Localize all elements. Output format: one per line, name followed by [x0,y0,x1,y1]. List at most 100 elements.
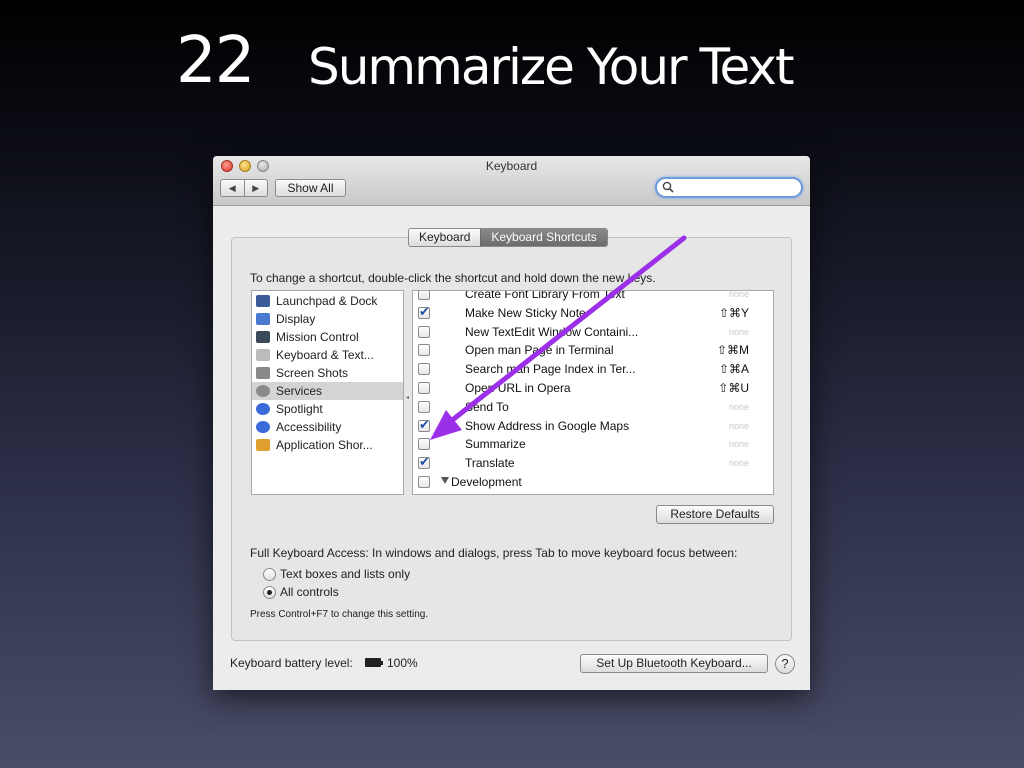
slide-number: 22 [176,24,255,98]
shortcut-key[interactable]: none [729,291,749,299]
shortcut-key[interactable]: none [729,421,749,431]
slide-header: 22 Summarize Your Text [0,24,1024,104]
sidebar-item-spotlight[interactable]: Spotlight [252,400,403,418]
shortcut-checkbox[interactable] [418,291,430,300]
shortcut-checkbox[interactable] [418,417,430,433]
window-title: Keyboard [485,159,538,173]
sidebar-item-label: Services [276,384,323,398]
help-button[interactable]: ? [775,654,795,674]
disclosure-triangle-icon[interactable] [441,477,449,484]
radio-label: All controls [280,585,339,599]
shortcut-row[interactable]: Open man Page in Terminal ⇧⌘M [413,341,773,359]
shortcut-key[interactable]: none [729,458,749,468]
shortcut-name: Make New Sticky Note [465,305,586,320]
shortcut-name: Send To [465,399,509,414]
shortcut-checkbox[interactable] [418,454,430,470]
sidebar-item-launchpad-dock[interactable]: Launchpad & Dock [252,292,403,310]
keyboard-icon [256,349,270,361]
full-keyboard-access-label: Full Keyboard Access: In windows and dia… [250,546,738,560]
shortcut-key[interactable]: ⇧⌘Y [719,306,749,320]
split-handle[interactable]: ◂ [406,394,409,401]
display-icon [256,313,270,325]
shortcut-name: Development [451,475,522,489]
shortcut-key[interactable]: none [729,402,749,412]
shortcut-row[interactable]: Search man Page Index in Ter... ⇧⌘A [413,360,773,378]
sidebar-item-label: Display [276,312,316,326]
shortcut-name: Summarize [465,437,526,452]
sidebar-item-mission-control[interactable]: Mission Control [252,328,403,346]
shortcut-name: Open man Page in Terminal [465,343,614,358]
search-field[interactable] [655,177,803,198]
sidebar-item-accessibility[interactable]: Accessibility [252,418,403,436]
shortcut-checkbox[interactable] [418,363,430,376]
shortcut-key[interactable]: ⇧⌘M [717,343,749,357]
app-shortcuts-icon [256,439,270,451]
shortcut-name: New TextEdit Window Containi... [465,324,639,339]
shortcut-checkbox[interactable] [418,344,430,357]
setup-bluetooth-keyboard-button[interactable]: Set Up Bluetooth Keyboard... [580,654,768,673]
sidebar-item-label: Mission Control [276,330,359,344]
shortcut-checkbox[interactable] [418,382,430,394]
sidebar-item-label: Spotlight [276,402,323,416]
sidebar-item-screen-shots[interactable]: Screen Shots [252,364,403,382]
spotlight-icon [256,403,270,415]
shortcut-name: Create Service [465,494,544,495]
slide-title: Summarize Your Text [308,38,795,96]
battery-icon [365,658,383,667]
instructions-text: To change a shortcut, double-click the s… [250,271,656,285]
shortcut-name: Search man Page Index in Ter... [465,362,636,377]
tab-keyboard[interactable]: Keyboard [409,229,481,246]
shortcut-row[interactable]: Send To none [413,398,773,416]
shortcut-row[interactable]: Translate none [413,454,773,472]
shortcut-row[interactable]: Summarize none [413,435,773,453]
shortcut-name: Translate [465,456,515,471]
shortcut-key[interactable]: ⇧⌘U [718,381,749,395]
shortcut-checkbox[interactable] [418,304,430,320]
sidebar-item-label: Keyboard & Text... [276,348,374,362]
restore-defaults-button[interactable]: Restore Defaults [656,505,774,524]
tab-control: Keyboard Keyboard Shortcuts [408,228,608,247]
shortcut-row[interactable]: Open URL in Opera ⇧⌘U [413,379,773,397]
shortcut-key[interactable]: none [729,439,749,449]
forward-button[interactable]: ▶ [243,180,268,196]
radio-button-selected[interactable] [263,586,276,599]
keyboard-preferences-window: Keyboard ◀ ▶ Show All Keyboard Keyboard … [213,156,810,690]
shortcut-checkbox[interactable] [418,325,430,338]
shortcut-list: Create Font Library From Text none Make Ne… [412,290,774,495]
shortcut-row[interactable]: New TextEdit Window Containi... none [413,323,773,341]
shortcut-checkbox[interactable] [418,438,430,451]
search-icon [662,181,674,193]
sidebar-item-label: Screen Shots [276,366,349,380]
sidebar-item-application-shor[interactable]: Application Shor... [252,436,403,454]
shortcut-group[interactable]: Development [413,473,773,491]
sidebar-item-services[interactable]: Services [252,382,403,400]
sidebar-item-keyboard-text[interactable]: Keyboard & Text... [252,346,403,364]
control-f7-hint: Press Control+F7 to change this setting. [250,609,429,620]
radio-button[interactable] [263,568,276,581]
shortcut-row[interactable]: Make New Sticky Note ⇧⌘Y [413,304,773,322]
show-all-button[interactable]: Show All [275,179,346,197]
shortcut-row[interactable]: Create Font Library From Text none [413,290,773,303]
sidebar-item-label: Accessibility [276,420,342,434]
gear-icon [256,385,270,397]
radio-label: Text boxes and lists only [280,567,411,581]
shortcut-name: Open URL in Opera [465,381,571,395]
battery-value: 100% [387,656,418,670]
search-input[interactable] [676,180,796,195]
shortcut-checkbox[interactable] [418,400,430,413]
accessibility-icon [256,421,270,433]
shortcut-name: Create Font Library From Text [465,290,625,301]
shortcut-key[interactable]: none [729,327,749,337]
back-button[interactable]: ◀ [221,180,244,196]
shortcut-checkbox[interactable] [418,476,430,488]
sidebar-item-display[interactable]: Display [252,310,403,328]
camera-icon [256,367,270,379]
shortcut-row[interactable]: Create Service [413,492,773,495]
titlebar: Keyboard ◀ ▶ Show All [213,156,810,206]
mission-control-icon [256,331,270,343]
tab-keyboard-shortcuts[interactable]: Keyboard Shortcuts [480,229,607,246]
battery-label: Keyboard battery level: [230,656,353,670]
shortcut-row[interactable]: Show Address in Google Maps none [413,417,773,435]
category-list: Launchpad & Dock Display Mission Control Ke… [251,290,404,495]
shortcut-key[interactable]: ⇧⌘A [719,362,749,376]
